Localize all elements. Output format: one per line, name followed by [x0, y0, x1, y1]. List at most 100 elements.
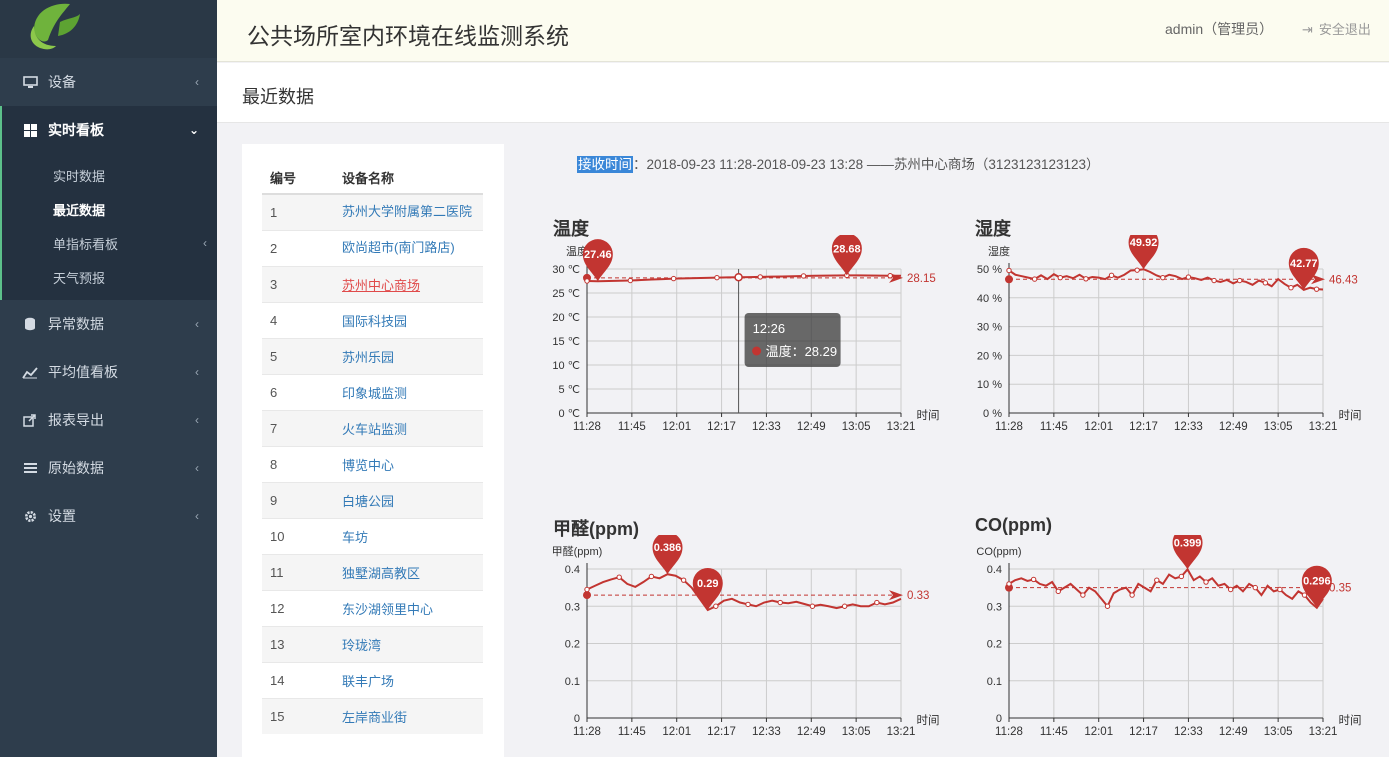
device-link[interactable]: 国际科技园: [342, 314, 407, 329]
table-row[interactable]: 9 白塘公园: [262, 481, 483, 518]
table-row[interactable]: 2 欧尚超市(南门路店): [262, 229, 483, 266]
x-tick-label: 11:45: [1040, 421, 1068, 433]
data-point: [648, 573, 655, 580]
data-point: [616, 574, 622, 580]
data-point: [1057, 274, 1063, 281]
x-axis-label: 时间: [1339, 714, 1362, 727]
tooltip: 12:26 温度：28.29: [744, 313, 841, 367]
chart-humidity[interactable]: 0 % 10 % 20 % 30 % 40 % 50 % 11:28 11:45 12:01 12…: [952, 235, 1372, 445]
x-tick-label: 11:28: [573, 421, 601, 433]
device-id: 4: [262, 301, 342, 338]
device-link[interactable]: 苏州中心商场: [342, 278, 420, 293]
sidebar-item-realtime-board[interactable]: 实时看板 ⌄: [0, 106, 217, 154]
user-menu[interactable]: admin（管理员）: [1165, 19, 1273, 39]
device-link[interactable]: 独墅湖高教区: [342, 566, 420, 581]
device-name-cell: 左岸商业街: [342, 697, 483, 734]
device-link[interactable]: 印象城监测: [342, 386, 407, 401]
table-row[interactable]: 13 玲珑湾: [262, 625, 483, 662]
data-point: [800, 273, 807, 279]
sidebar-sub-single-index[interactable]: 单指标看板 ‹: [2, 226, 217, 260]
y-tick-label: 0.3: [987, 601, 1002, 613]
data-point: [1006, 267, 1012, 274]
data-point: [1104, 603, 1111, 609]
page-header: 最近数据: [217, 63, 1389, 123]
x-tick-label: 13:05: [842, 726, 871, 738]
table-row[interactable]: 4 国际科技园: [262, 301, 483, 338]
x-tick-label: 12:17: [707, 421, 736, 433]
device-link[interactable]: 白塘公园: [342, 494, 394, 509]
column-header-name: 设备名称: [342, 162, 483, 195]
device-id: 13: [262, 625, 342, 662]
sidebar-sub-recent-data[interactable]: 最近数据: [2, 192, 217, 226]
sidebar-item-report[interactable]: 报表导出 ‹: [0, 396, 217, 444]
sidebar-nav-lower: 异常数据 ‹ 平均值看板 ‹ 报表导出 ‹ 原始数据 ‹ 设置 ‹: [0, 300, 217, 540]
y-tick-label: 15 ℃: [552, 336, 580, 348]
y-tick-label: 50 %: [977, 264, 1002, 276]
data-point: [841, 603, 848, 609]
device-link[interactable]: 苏州乐园: [342, 350, 394, 365]
table-row[interactable]: 1 苏州大学附属第二医院: [262, 193, 483, 230]
table-row[interactable]: 6 印象城监测: [262, 373, 483, 410]
min-label: 0.29: [697, 578, 718, 590]
table-row[interactable]: 11 独墅湖高教区: [262, 553, 483, 590]
device-name-cell: 东沙湖领里中心: [342, 589, 483, 626]
sidebar-item-label: 平均值看板: [48, 364, 118, 380]
data-point: [1178, 573, 1185, 580]
device-link[interactable]: 苏州大学附属第二医院: [342, 204, 472, 219]
x-tick-label: 12:33: [1174, 726, 1203, 738]
sidebar-item-abnormal[interactable]: 异常数据 ‹: [0, 300, 217, 348]
table-row[interactable]: 8 博览中心: [262, 445, 483, 482]
device-link[interactable]: 东沙湖领里中心: [342, 602, 433, 617]
device-link[interactable]: 左岸商业街: [342, 710, 407, 725]
min-label: 42.77: [1290, 258, 1318, 270]
chart-formaldehyde[interactable]: 0 0.1 0.2 0.3 0.4 11:28 11:45 12:01 12:17 12:33 12…: [530, 535, 950, 750]
top-header: 公共场所室内环境在线监测系统 admin（管理员） ⇥ 安全退出: [217, 0, 1389, 62]
sidebar-sub-weather[interactable]: 天气预报: [2, 260, 217, 294]
chevron-left-icon: ‹: [195, 365, 199, 379]
tooltip-series-dot: [752, 346, 762, 356]
chevron-left-icon: ‹: [195, 413, 199, 427]
data-point: [887, 273, 893, 279]
device-name-cell: 白塘公园: [342, 481, 483, 518]
data-point: [1160, 274, 1166, 281]
table-row[interactable]: 3 苏州中心商场: [262, 265, 483, 302]
x-tick-label: 13:21: [1309, 726, 1338, 738]
monitor-icon: [22, 75, 38, 89]
device-link[interactable]: 联丰广场: [342, 674, 394, 689]
chart-temperature[interactable]: 0 ℃ 5 ℃ 10 ℃ 15 ℃ 20 ℃ 25 ℃ 30 ℃ 11:28 11:45 12:0…: [530, 235, 950, 445]
sidebar-nav: 设备 ‹ 实时看板 ⌄: [0, 58, 217, 154]
device-id: 1: [262, 193, 342, 230]
chart-co[interactable]: 0 0.1 0.2 0.3 0.4 11:28 11:45 12:01 12:17 12:33 12…: [952, 535, 1372, 750]
line-chart-icon: [22, 365, 38, 379]
device-id: 5: [262, 337, 342, 374]
logout-button[interactable]: ⇥ 安全退出: [1302, 19, 1371, 38]
table-row[interactable]: 12 东沙湖领里中心: [262, 589, 483, 626]
table-row[interactable]: 10 车坊: [262, 517, 483, 554]
x-tick-label: 12:49: [797, 726, 826, 738]
table-row[interactable]: 5 苏州乐园: [262, 337, 483, 374]
y-tick-label: 0.3: [565, 601, 580, 613]
sidebar-item-average[interactable]: 平均值看板 ‹: [0, 348, 217, 396]
data-point: [1083, 276, 1089, 282]
device-name-cell: 印象城监测: [342, 373, 483, 410]
table-row[interactable]: 14 联丰广场: [262, 661, 483, 698]
table-row[interactable]: 15 左岸商业街: [262, 697, 483, 734]
x-tick-label: 13:05: [842, 421, 871, 433]
table-row[interactable]: 7 火车站监测: [262, 409, 483, 446]
sidebar-sub-realtime-data[interactable]: 实时数据: [2, 158, 217, 192]
device-link[interactable]: 博览中心: [342, 458, 394, 473]
data-point: [1288, 285, 1294, 291]
device-link[interactable]: 欧尚超市(南门路店): [342, 240, 455, 255]
device-link[interactable]: 玲珑湾: [342, 638, 381, 653]
data-point: [1006, 581, 1012, 587]
device-name-cell: 独墅湖高教区: [342, 553, 483, 590]
app-logo: [0, 0, 217, 58]
device-link[interactable]: 车坊: [342, 530, 368, 545]
y-axis-label: 湿度: [988, 244, 1010, 258]
sidebar-item-settings[interactable]: 设置 ‹: [0, 492, 217, 540]
x-tick-label: 12:17: [1129, 726, 1158, 738]
device-name-cell: 联丰广场: [342, 661, 483, 698]
sidebar-item-device[interactable]: 设备 ‹: [0, 58, 217, 106]
device-link[interactable]: 火车站监测: [342, 422, 407, 437]
sidebar-item-raw[interactable]: 原始数据 ‹: [0, 444, 217, 492]
